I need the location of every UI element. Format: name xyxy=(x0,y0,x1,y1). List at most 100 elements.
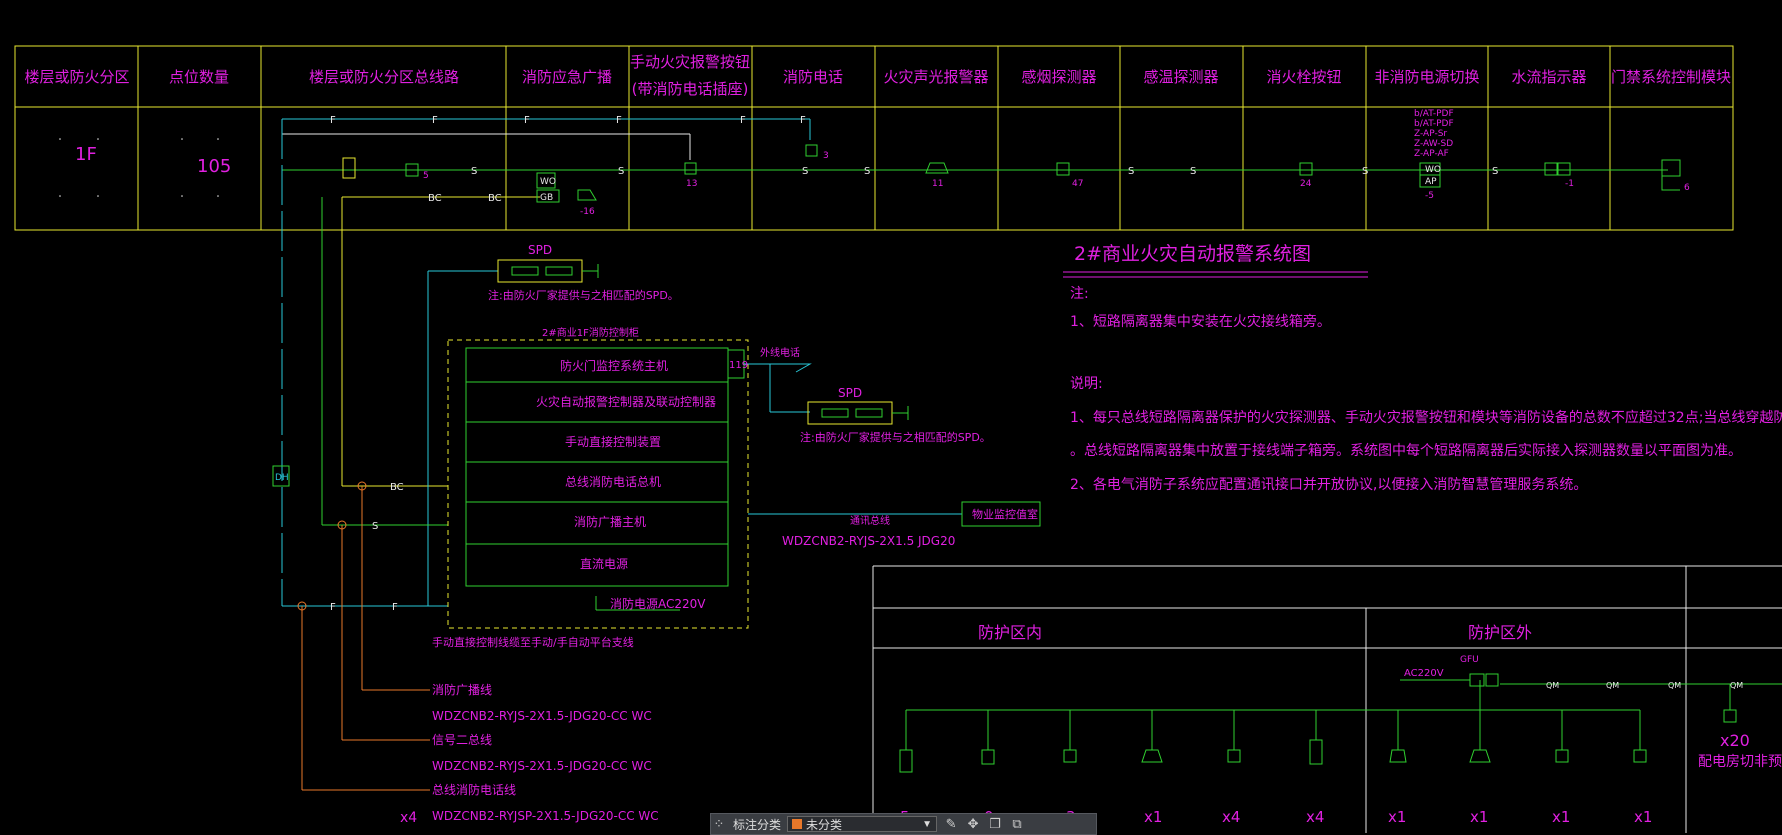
network-cable: WDZCNB2-RYJS-2X1.5 JDG20 xyxy=(782,534,955,548)
x4-left: x4 xyxy=(400,810,417,826)
num-13: 13 xyxy=(686,179,697,189)
header-access: 门禁系统控制模块 xyxy=(1611,68,1731,86)
cable-legend: 消防广播线 WDZCNB2-RYJS-2X1.5-JDG20-CC WC 信号二… xyxy=(400,682,659,826)
header-hydrant: 消火栓按钮 xyxy=(1266,68,1341,86)
protect-out: 防护区外 xyxy=(1468,623,1532,642)
protect-table xyxy=(872,565,1782,833)
gfu-label: GFU xyxy=(1460,655,1479,665)
color-swatch-icon xyxy=(792,819,803,829)
category-value: 未分类 xyxy=(806,817,843,832)
qm-3: QM xyxy=(1668,681,1681,690)
bc-label-3: BC xyxy=(390,482,404,493)
spd-top-note: 注:由防火厂家提供与之相匹配的SPD。 xyxy=(488,288,679,302)
num-minus5: -5 xyxy=(1425,191,1434,201)
ap-label: AP xyxy=(1425,177,1437,187)
header-manual-alarm-sub: (带消防电话插座) xyxy=(632,80,749,98)
control-cabinet: 2#商业1F消防控制柜 119 防火门监控系统主机 火灾自动报警控制器及联动控制… xyxy=(432,326,962,649)
f-label-4: F xyxy=(616,115,622,126)
cabinet-title: 2#商业1F消防控制柜 xyxy=(542,326,639,339)
f-label-7: F xyxy=(330,602,336,613)
grid-icon[interactable]: ⁘ xyxy=(711,816,727,832)
cable-2-name: 信号二总线 xyxy=(432,733,492,747)
s-label-8: S xyxy=(1492,166,1498,177)
f-label-3: F xyxy=(524,115,530,126)
bottom-label: 配电房切非预留 xyxy=(1698,754,1782,770)
nonfire-label-3: Z-AP-Sr xyxy=(1414,129,1447,139)
point-count: 105 xyxy=(197,156,231,177)
num-minus1: -1 xyxy=(1565,179,1574,189)
cable-1-name: 消防广播线 xyxy=(432,682,492,697)
header-count: 点位数量 xyxy=(169,68,229,86)
bus-labels: F F F F F F S S S S S S S S BC BC xyxy=(330,115,1498,204)
num-minus16: -16 xyxy=(580,207,595,217)
spd-right-label: SPD xyxy=(838,386,862,400)
nonfire-label-2: b/AT-PDF xyxy=(1414,119,1454,129)
system-title: 2#商业火灾自动报警系统图 xyxy=(1074,243,1311,265)
cable-3-name: 总线消防电话线 xyxy=(432,782,516,797)
header-floor: 楼层或防火分区 xyxy=(24,68,129,86)
notes-head: 注: xyxy=(1070,286,1089,302)
header-nonfire: 非消防电源切换 xyxy=(1374,68,1479,86)
notes-head2: 说明: xyxy=(1070,376,1103,392)
count-4: x1 xyxy=(1144,808,1162,826)
bc-label-2: BC xyxy=(488,193,502,204)
num-24: 24 xyxy=(1300,179,1312,189)
gb-label: GB xyxy=(540,193,553,203)
cabinet-footnote: 手动直接控制线缆至手动/手自动平台支线 xyxy=(432,635,634,649)
header-phone: 消防电话 xyxy=(783,68,843,86)
notes-n1: 1、短路隔离器集中安装在火灾接线箱旁。 xyxy=(1070,313,1331,330)
f-label-5: F xyxy=(740,115,746,126)
header-labels: 楼层或防火分区 点位数量 楼层或防火分区总线路 消防应急广播 手动火灾报警按钮 … xyxy=(24,53,1731,98)
s-label-6: S xyxy=(1190,166,1196,177)
bc-label-1: BC xyxy=(428,193,442,204)
power-label: 消防电源AC220V xyxy=(610,596,706,611)
num-11: 11 xyxy=(932,179,943,189)
spd-right-note: 注:由防火厂家提供与之相匹配的SPD。 xyxy=(800,430,991,444)
spd-top: SPD 注:由防火厂家提供与之相匹配的SPD。 xyxy=(488,243,679,302)
s-label-7: S xyxy=(1362,166,1368,177)
edit-icon[interactable]: ✎ xyxy=(943,816,959,832)
dh-label: DH xyxy=(275,473,289,483)
module-3: 手动直接控制装置 xyxy=(565,434,661,449)
network-label: 通讯总线 xyxy=(850,514,890,527)
count-7: x1 xyxy=(1388,808,1406,826)
header-broadcast: 消防应急广播 xyxy=(522,68,612,86)
wo-label: WO xyxy=(540,177,556,187)
floor-label: 1F xyxy=(75,144,97,165)
cable-3-spec: WDZCNB2-RYJSP-2X1.5-JDG20-CC WC xyxy=(432,809,659,823)
spd-top-label: SPD xyxy=(528,243,552,257)
qm-4: QM xyxy=(1730,681,1743,690)
nonfire-labels: b/AT-PDF b/AT-PDF Z-AP-Sr Z-AW-SD Z-AP-A… xyxy=(1414,109,1454,159)
notes-d1: 1、每只总线短路隔离器保护的火灾探测器、手动火灾报警按钮和模块等消防设备的总数不… xyxy=(1070,409,1782,426)
header-bus: 楼层或防火分区总线路 xyxy=(309,68,459,86)
header-strobe: 火灾声光报警器 xyxy=(883,68,988,86)
protect-in: 防护区内 xyxy=(978,623,1042,642)
s-label-1: S xyxy=(471,166,477,177)
system-notes: 2#商业火灾自动报警系统图 注: 1、短路隔离器集中安装在火灾接线箱旁。 说明:… xyxy=(1063,243,1782,493)
stack-icon[interactable]: ⧉ xyxy=(1009,816,1025,832)
nonfire-label-1: b/AT-PDF xyxy=(1414,109,1454,119)
module-1: 防火门监控系统主机 xyxy=(560,358,668,373)
f-label-6: F xyxy=(800,115,806,126)
copy-icon[interactable]: ❐ xyxy=(987,816,1003,832)
network-link: 物业监控值室 通讯总线 WDZCNB2-RYJS-2X1.5 JDG20 xyxy=(782,501,1041,548)
protect-labels: 防护区内 防护区外 AC220V GFU QM QM QM QM x20 配电房… xyxy=(978,623,1782,770)
x20-label: x20 xyxy=(1720,731,1750,750)
count-8: x1 xyxy=(1470,808,1488,826)
move-icon[interactable]: ✥ xyxy=(965,816,981,832)
f-label-2: F xyxy=(432,115,438,126)
header-smoke: 感烟探测器 xyxy=(1021,68,1096,86)
wo-label-2: WO xyxy=(1425,165,1441,175)
num-3: 3 xyxy=(823,151,829,161)
module-4: 总线消防电话总机 xyxy=(565,474,661,489)
num-5: 5 xyxy=(423,171,429,181)
cable-1-spec: WDZCNB2-RYJS-2X1.5-JDG20-CC WC xyxy=(432,709,652,723)
s-label-2: S xyxy=(618,166,624,177)
category-select[interactable]: 未分类 ▼ xyxy=(787,816,938,832)
count-6: x4 xyxy=(1306,808,1324,826)
fire-alarm-system-diagram: 楼层或防火分区 点位数量 楼层或防火分区总线路 消防应急广播 手动火灾报警按钮 … xyxy=(14,45,1782,833)
f-label-1: F xyxy=(330,115,336,126)
f-label-8: F xyxy=(392,602,398,613)
header-waterflow: 水流指示器 xyxy=(1511,68,1586,86)
s-label-9: S xyxy=(372,521,378,532)
